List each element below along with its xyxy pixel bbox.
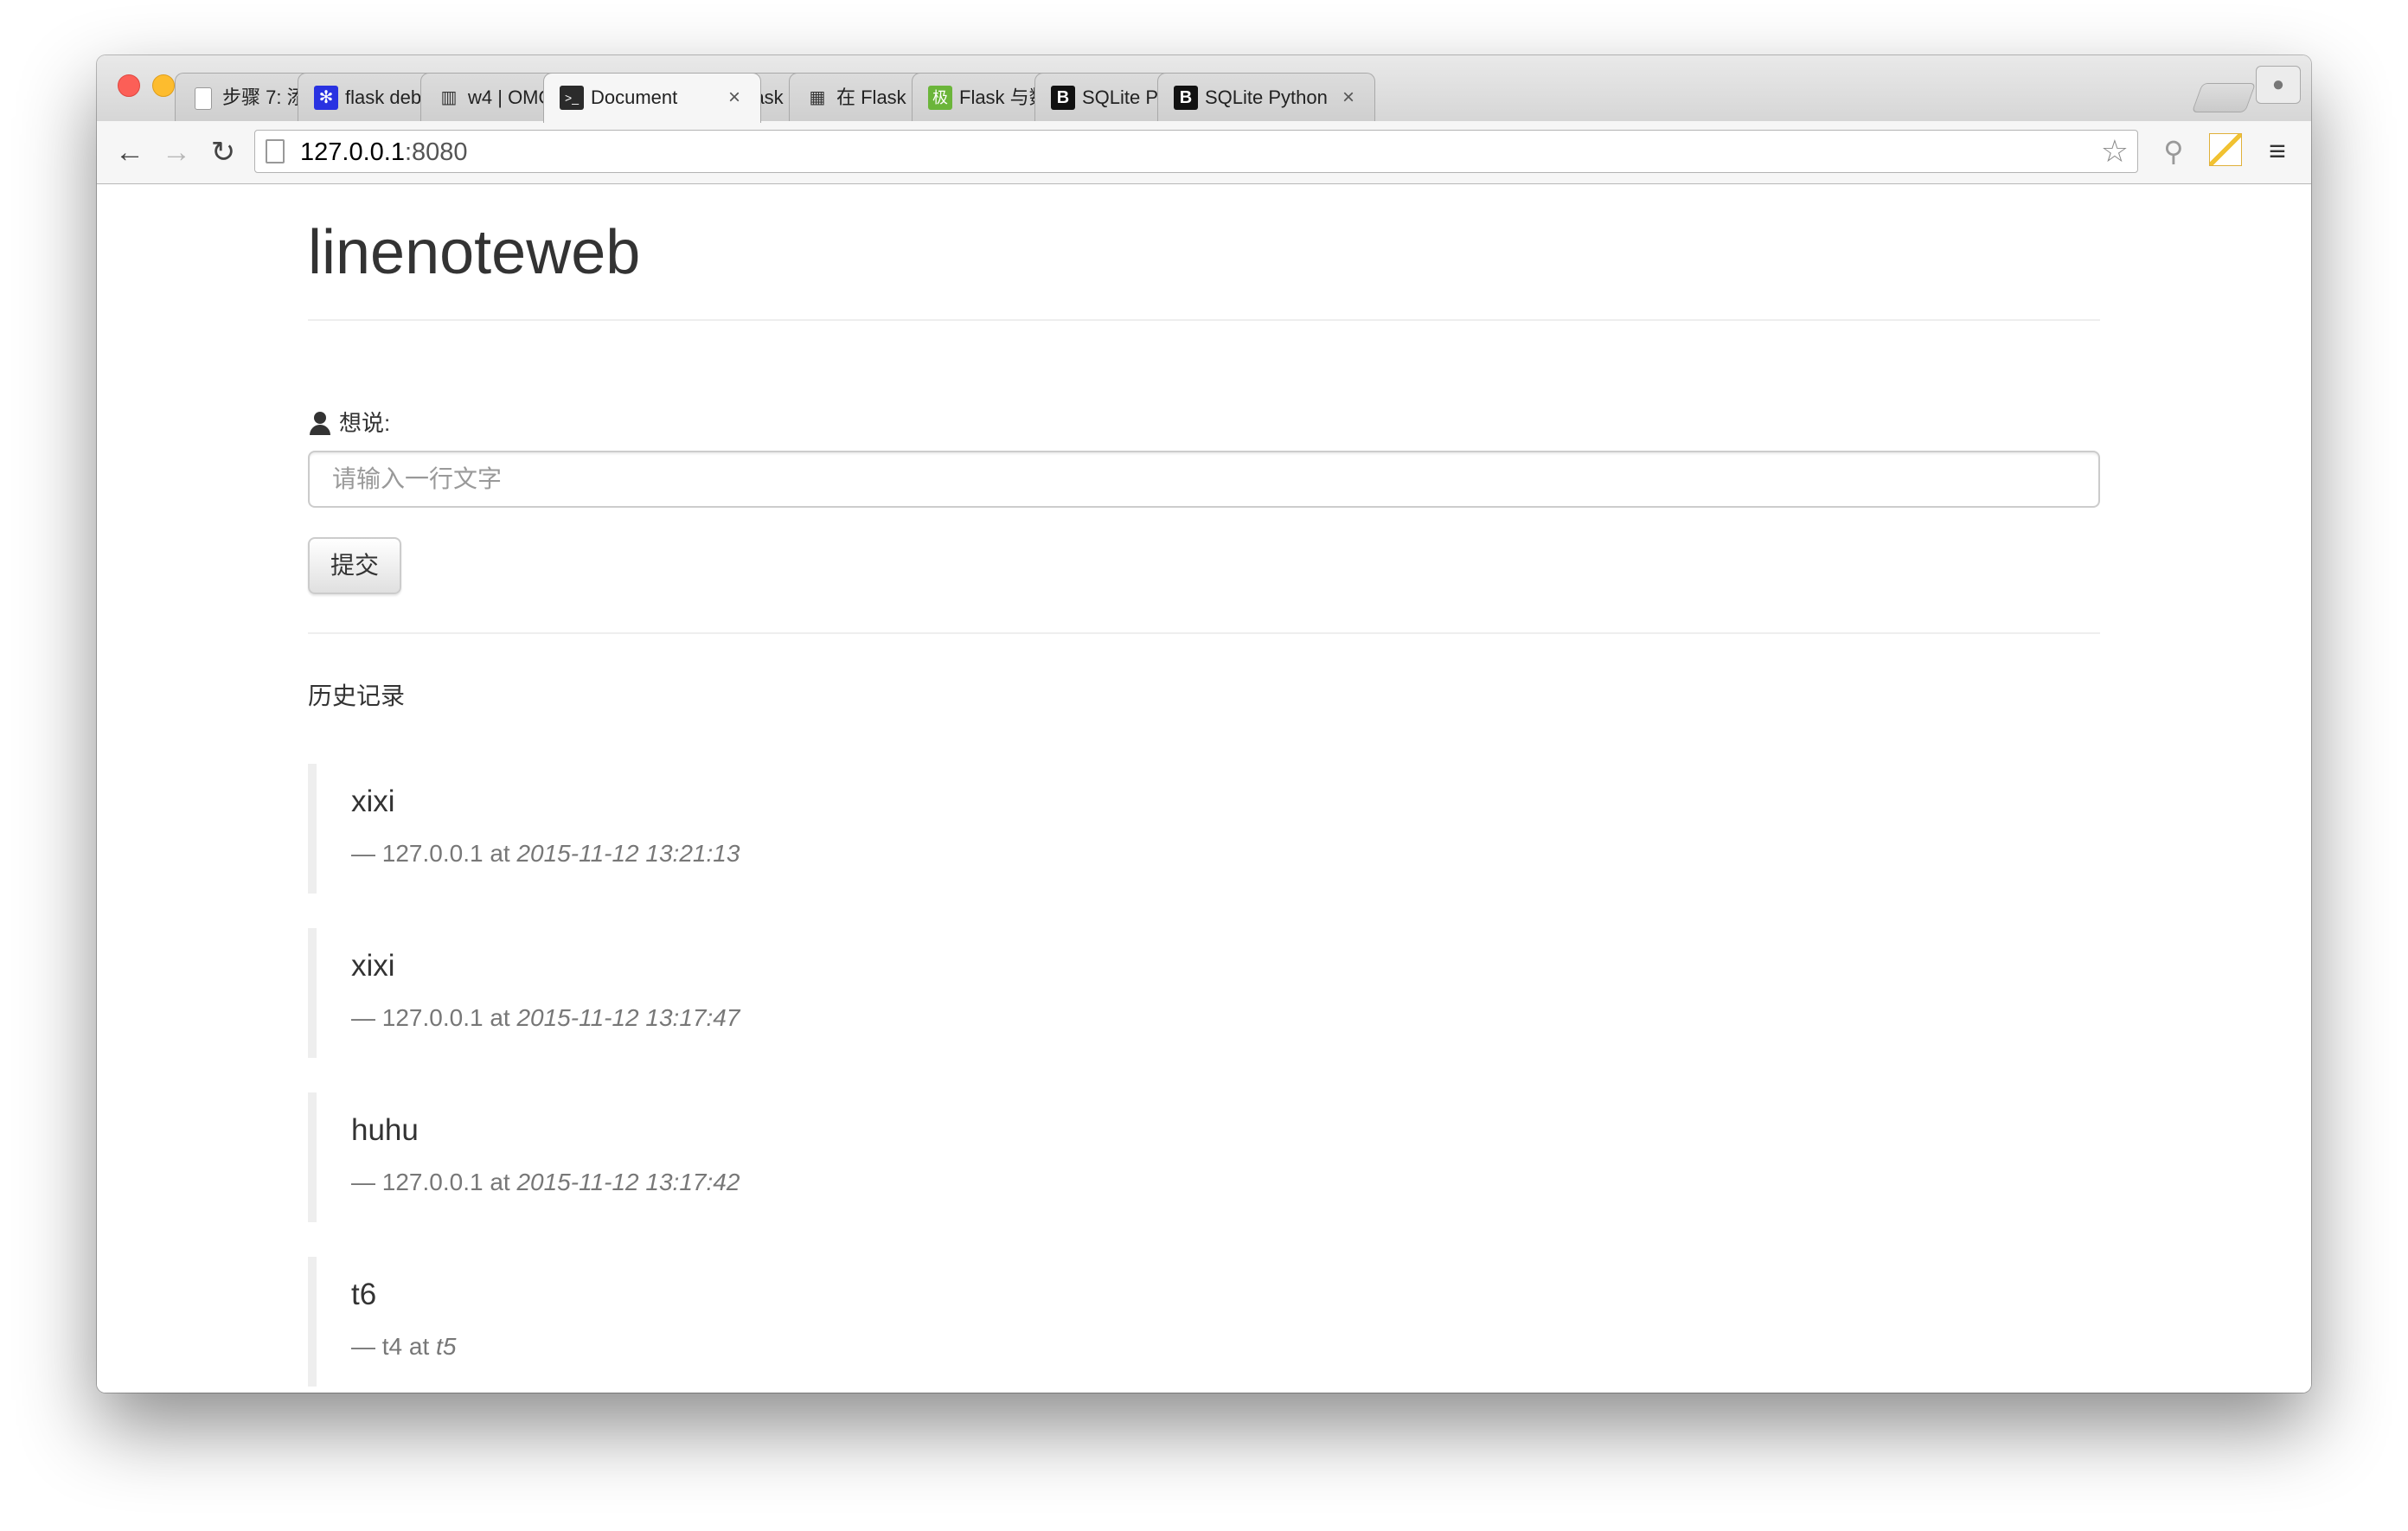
baidu-paw-icon: ✻: [314, 86, 338, 110]
bold-b-icon: B: [1051, 86, 1075, 110]
browser-window: 步骤 7: 添加样 × ✻ flask debug_百 × ▥ w4 | OMO…: [97, 55, 2311, 1393]
book-icon: ▥: [440, 88, 458, 107]
note-time: 2015-11-12 13:21:13: [516, 840, 740, 867]
note-footer: — 127.0.0.1 at 2015-11-12 13:17:47: [351, 1003, 740, 1034]
note-author: — 127.0.0.1 at: [351, 840, 517, 867]
note-text: huhu: [351, 1113, 419, 1147]
close-tab-icon[interactable]: ×: [724, 86, 745, 110]
divider: [308, 319, 2100, 321]
translate-extension-icon[interactable]: ⚲: [2154, 131, 2193, 171]
tab-sqlite-python-2[interactable]: B SQLite Python ×: [1157, 73, 1375, 121]
list-item: huhu — 127.0.0.1 at 2015-11-12 13:17:42: [308, 1092, 1346, 1222]
note-text: xixi: [351, 949, 395, 983]
bold-b-icon: B: [1174, 86, 1198, 110]
user-icon: [308, 407, 332, 439]
new-tab-button[interactable]: [2191, 83, 2257, 112]
hamburger-menu-icon[interactable]: ≡: [2258, 131, 2297, 171]
url-port: :8080: [404, 138, 468, 166]
tab-title: Document: [591, 86, 678, 108]
input-label: 想说:: [308, 407, 390, 439]
note-text: t6: [351, 1278, 377, 1311]
input-label-text: 想说:: [339, 410, 391, 436]
note-input[interactable]: [308, 451, 2100, 508]
list-item: xixi — 127.0.0.1 at 2015-11-12 13:17:47: [308, 928, 1346, 1058]
terminal-icon: >_: [560, 86, 584, 110]
note-text: xixi: [351, 785, 395, 818]
close-window-button[interactable]: [118, 74, 140, 97]
notes-extension-icon[interactable]: [2209, 133, 2242, 166]
note-author: — 127.0.0.1 at: [351, 1004, 517, 1031]
page-icon: [266, 139, 285, 163]
list-item: t6 — t4 at t5: [308, 1257, 1346, 1387]
list-item: xixi — 127.0.0.1 at 2015-11-12 13:21:13: [308, 764, 1346, 894]
submit-button[interactable]: 提交: [308, 537, 401, 594]
note-footer: — 127.0.0.1 at 2015-11-12 13:17:42: [351, 1167, 740, 1198]
green-site-icon: 极: [928, 86, 952, 110]
back-arrow-icon[interactable]: ←: [111, 133, 149, 171]
forward-arrow-icon[interactable]: →: [157, 133, 195, 171]
browser-toolbar: ← → ↻ 127.0.0.1:8080 ☆ ⚲ ≡: [97, 121, 2311, 184]
note-footer: — t4 at t5: [351, 1331, 456, 1362]
profile-icon[interactable]: ●: [2256, 66, 2301, 104]
page-title: linenoteweb: [308, 218, 641, 287]
tab-strip: 步骤 7: 添加样 × ✻ flask debug_百 × ▥ w4 | OMO…: [97, 55, 2311, 123]
note-time: 2015-11-12 13:17:47: [516, 1004, 740, 1031]
reload-icon[interactable]: ↻: [204, 133, 242, 171]
url-text: 127.0.0.1:8080: [300, 138, 468, 167]
note-time: t5: [436, 1333, 457, 1360]
minimize-window-button[interactable]: [152, 74, 175, 97]
page-icon: [195, 87, 212, 110]
page-viewport: linenoteweb 想说: 提交 历史记录 xixi — 127.0.0.1…: [97, 184, 2311, 1393]
tab-title: SQLite Python: [1205, 86, 1328, 108]
divider: [308, 632, 2100, 634]
note-time: 2015-11-12 13:17:42: [516, 1169, 740, 1195]
tab-document[interactable]: >_ Document ×: [543, 73, 761, 123]
close-tab-icon[interactable]: ×: [1338, 86, 1359, 110]
doc-grid-icon: ▦: [809, 88, 826, 107]
bookmark-star-icon[interactable]: ☆: [2101, 134, 2129, 169]
note-author: — 127.0.0.1 at: [351, 1169, 517, 1195]
history-heading: 历史记录: [308, 682, 406, 709]
note-author: — t4 at: [351, 1333, 437, 1360]
url-host: 127.0.0.1: [300, 138, 405, 166]
address-bar[interactable]: 127.0.0.1:8080 ☆: [254, 130, 2138, 173]
note-footer: — 127.0.0.1 at 2015-11-12 13:21:13: [351, 838, 740, 869]
